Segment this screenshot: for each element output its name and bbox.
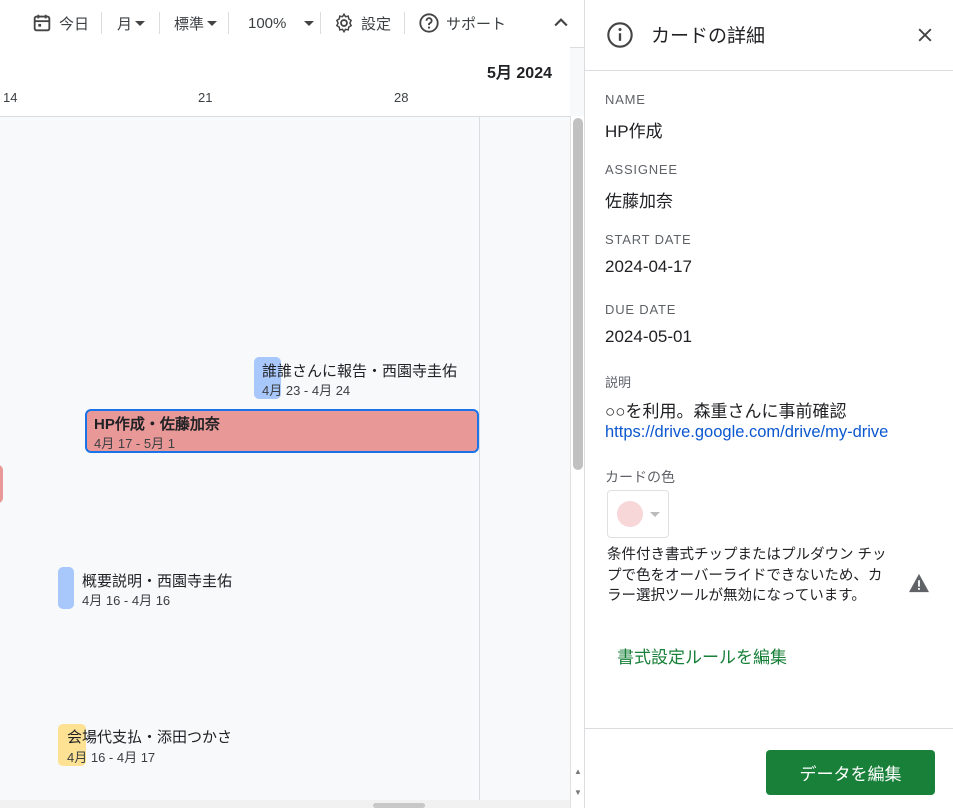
warning-message: 条件付き書式チップまたはプルダウン チップで色をオーバーライドできないため、カラ… [607,547,887,604]
toolbar: 今日 月 標準 100% 設定 サポート [0,0,584,48]
start-date-value: 2024-04-17 [605,257,692,276]
chevron-down-icon [135,20,146,26]
card-dates: 4月 23 - 4月 24 [262,383,351,398]
support-label: サポート [446,15,507,33]
name-value: HP作成 [605,122,663,141]
description-link[interactable]: https://drive.google.com/drive/my-drive [605,423,888,442]
timeline-card[interactable]: 会場代支払・添田つかさ 4月 16 - 4月 17 [58,724,258,766]
description-text: ○○を利用。森重さんに事前確認 [605,402,847,421]
timeline-header: 5月 2024 14 21 28 [0,47,570,117]
card-title: HP作成・佐藤加奈 [94,416,220,433]
scrollbar-thumb[interactable] [573,118,583,470]
toolbar-divider [228,12,229,34]
color-picker[interactable] [607,490,669,538]
due-date-label: DUE DATE [605,302,677,317]
chevron-up-icon [554,18,568,27]
card-title: 会場代支払・添田つかさ [67,729,233,746]
month-label: 5月 2024 [487,65,552,82]
scroll-down-arrow-icon[interactable]: ▼ [574,788,582,797]
card-details-panel: カードの詳細 NAME HP作成 ASSIGNEE 佐藤加奈 START DAT… [584,0,953,808]
color-swatch [617,501,643,527]
day-tick: 28 [394,90,409,105]
assignee-label: ASSIGNEE [605,162,678,177]
toolbar-divider [320,12,321,34]
settings-label: 設定 [361,15,392,33]
calendar-icon [33,14,51,32]
card-color-label: カードの色 [605,469,675,485]
panel-footer: データを編集 [585,728,953,809]
timeline-card[interactable]: 概要説明・西園寺圭佑 4月 16 - 4月 16 [58,567,248,609]
timeline-grid: 誰誰さんに報告・西園寺圭佑 4月 23 - 4月 24 HP作成・佐藤加奈 4月… [0,117,570,808]
support-button[interactable]: サポート [418,11,506,35]
month-boundary-line [479,117,480,808]
chevron-down-icon [304,20,315,26]
timeline-card-selected[interactable]: HP作成・佐藤加奈 4月 17 - 5月 1 [85,409,479,453]
toolbar-divider [101,12,102,34]
toolbar-divider [159,12,160,34]
start-date-label: START DATE [605,232,692,247]
panel-title: カードの詳細 [651,26,766,47]
collapse-button[interactable] [551,11,571,35]
density-label: 標準 [174,15,205,33]
zoom-label: 100% [248,14,287,32]
today-button[interactable]: 今日 [31,11,89,35]
view-label: 月 [117,15,133,33]
timeline-card[interactable]: 誰誰さんに報告・西園寺圭佑 4月 23 - 4月 24 [254,357,464,399]
close-icon[interactable] [915,25,935,45]
toolbar-divider [404,12,405,34]
due-date-value: 2024-05-01 [605,327,692,346]
edit-format-rules-link[interactable]: 書式設定ルールを編集 [617,643,787,668]
card-bar [0,465,3,503]
density-dropdown[interactable]: 標準 [174,11,218,35]
settings-button[interactable]: 設定 [333,11,391,35]
description-label: 説明 [605,375,632,390]
day-tick: 14 [3,90,18,105]
card-dates: 4月 17 - 5月 1 [94,436,175,451]
card-title: 概要説明・西園寺圭佑 [82,573,233,590]
zoom-dropdown[interactable]: 100% [248,11,315,35]
edit-data-button[interactable]: データを編集 [766,750,935,795]
card-title: 誰誰さんに報告・西園寺圭佑 [262,363,458,380]
timeline-card[interactable] [0,465,3,503]
card-dates: 4月 16 - 4月 17 [67,750,156,765]
vertical-scrollbar[interactable]: ▲ ▼ [570,116,584,808]
panel-header: カードの詳細 [585,0,953,71]
warning-icon [909,573,929,593]
chevron-down-icon [207,20,218,26]
day-tick: 21 [198,90,213,105]
horizontal-scrollbar[interactable] [0,800,570,808]
card-dates: 4月 16 - 4月 16 [82,593,171,608]
scrollbar-thumb[interactable] [373,803,425,808]
scroll-up-arrow-icon[interactable]: ▲ [574,767,582,776]
view-dropdown[interactable]: 月 [117,11,146,35]
chevron-down-icon [650,512,660,517]
assignee-value: 佐藤加奈 [605,192,673,211]
today-label: 今日 [59,15,90,33]
card-bar [58,567,74,609]
help-icon [419,13,439,33]
name-label: NAME [605,92,646,107]
gear-icon [335,12,353,34]
calendar-timeline: 今日 月 標準 100% 設定 サポート 5月 2024 14 21 28 誰誰… [0,0,584,808]
info-icon [607,22,633,48]
